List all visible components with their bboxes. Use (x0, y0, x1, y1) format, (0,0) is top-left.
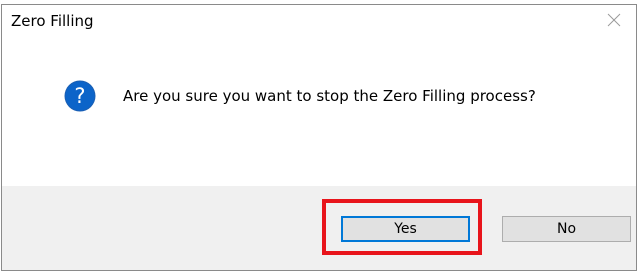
title-bar: Zero Filling (2, 5, 636, 35)
no-button[interactable]: No (502, 216, 631, 242)
close-button[interactable] (592, 5, 636, 35)
button-bar: Yes No (2, 186, 636, 270)
no-button-label: No (556, 221, 577, 237)
yes-button-label: Yes (394, 221, 417, 237)
question-icon: ? (64, 80, 96, 112)
dialog-title: Zero Filling (11, 12, 94, 30)
yes-button[interactable]: Yes (341, 216, 470, 242)
message-dialog: Zero Filling ? Are you sure you want to … (1, 4, 637, 271)
close-icon (607, 13, 621, 27)
dialog-message: Are you sure you want to stop the Zero F… (123, 87, 536, 105)
svg-text:?: ? (74, 84, 85, 108)
dialog-body (2, 35, 636, 188)
